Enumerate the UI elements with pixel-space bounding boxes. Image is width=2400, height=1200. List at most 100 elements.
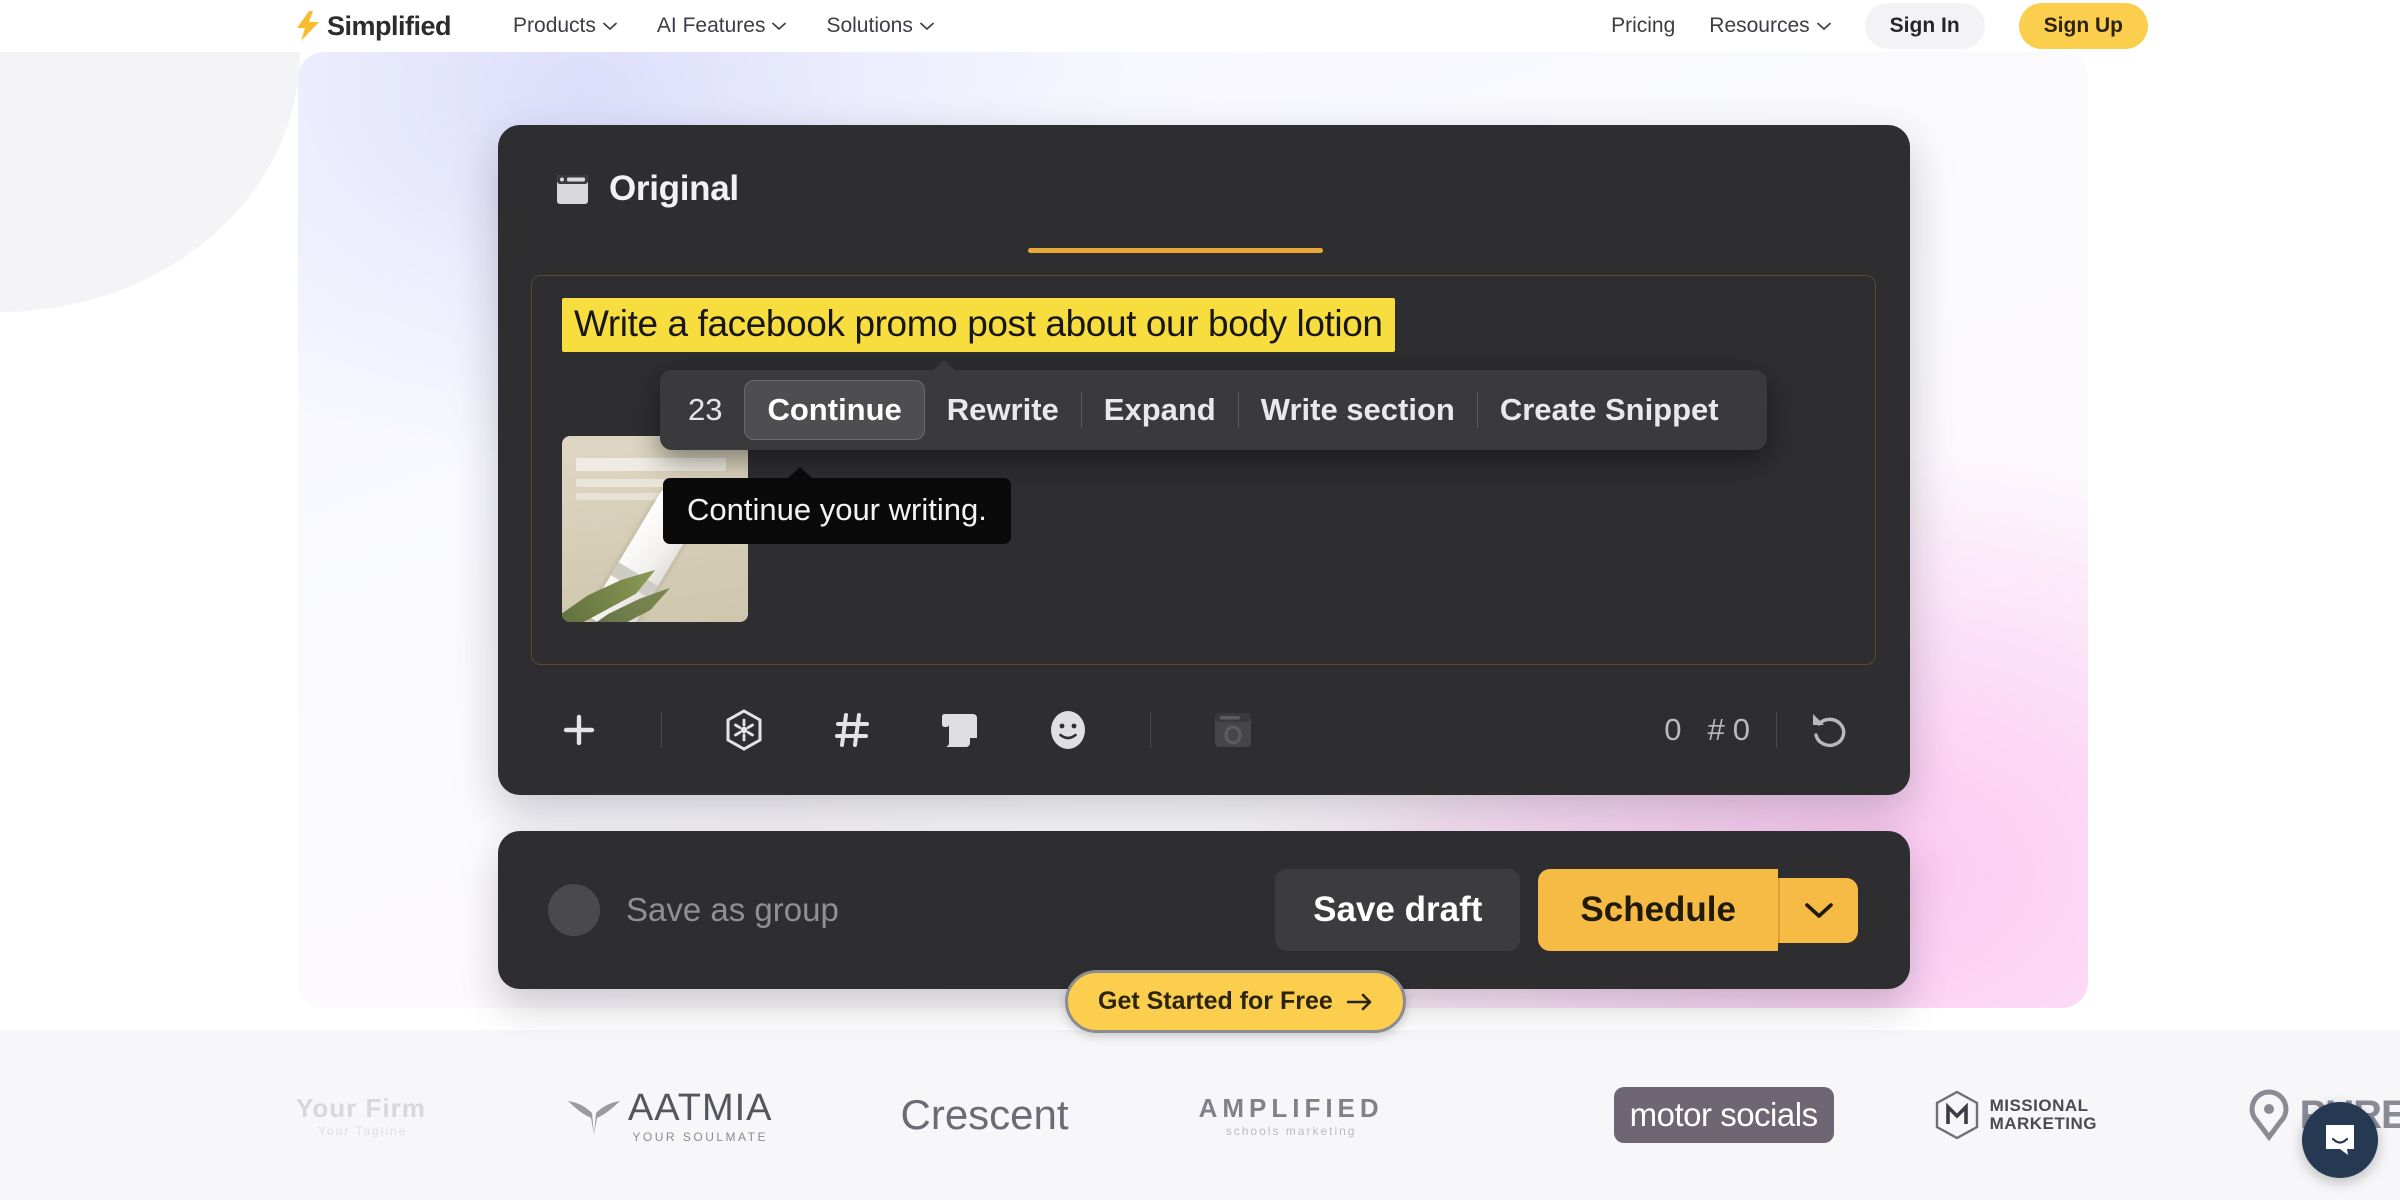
save-as-group-toggle[interactable]: [548, 884, 600, 936]
tooltip-text: Continue your writing.: [687, 492, 987, 527]
tab-original-label: Original: [609, 169, 739, 208]
main-nav: Products AI Features Solutions: [513, 14, 934, 38]
hashtag-icon: [835, 713, 869, 747]
header-actions: Pricing Resources Sign In Sign Up: [1611, 3, 2148, 49]
chevron-down-icon: [772, 22, 787, 30]
logo-your-firm-name: Your Firm: [296, 1092, 426, 1123]
publish-action-bar: Save as group Save draft Schedule: [498, 831, 1910, 989]
get-started-cta-button[interactable]: Get Started for Free: [1065, 970, 1406, 1033]
wings-icon: [567, 1101, 620, 1135]
brand-name: Simplified: [327, 10, 452, 41]
image-headline-placeholder: [576, 458, 726, 471]
hashtag-symbol: #: [1707, 712, 1725, 747]
ai-sparkle-hexagon-icon: [726, 709, 762, 751]
hashtag-button[interactable]: [826, 704, 878, 756]
snippet-button[interactable]: [934, 704, 986, 756]
plus-icon: [563, 714, 595, 746]
tab-active-underline: [1028, 248, 1323, 253]
schedule-button[interactable]: Schedule: [1538, 869, 1778, 951]
logo-missional-marketing-name: MISSIONAL MARKETING: [1989, 1096, 2098, 1133]
nav-item-products-label: Products: [513, 14, 596, 37]
chevron-down-icon: [1816, 22, 1831, 30]
intercom-chat-icon: [2326, 1125, 2354, 1155]
chevron-down-icon: [919, 22, 934, 30]
counter-divider: [1776, 712, 1777, 748]
toolbar-divider-2: [1150, 712, 1151, 748]
logo-crescent-name: Crescent: [900, 1091, 1069, 1138]
intercom-chat-button[interactable]: [2302, 1102, 2378, 1178]
site-header: Simplified Products AI Features Solution…: [0, 0, 2400, 52]
editor-toolbar: 0 # 0: [531, 693, 1877, 767]
ai-action-create-snippet[interactable]: Create Snippet: [1478, 392, 1741, 428]
toolbar-pointer-arrow: [932, 360, 956, 371]
ai-action-rewrite[interactable]: Rewrite: [925, 392, 1081, 428]
undo-rotate-icon: [1813, 714, 1846, 748]
editor-counters: 0 # 0: [1664, 704, 1855, 756]
chevron-down-icon: [603, 22, 617, 30]
cta-label: Get Started for Free: [1098, 987, 1333, 1015]
media-button[interactable]: [1207, 704, 1259, 756]
nav-item-pricing-label: Pricing: [1611, 14, 1676, 37]
nav-item-resources-label: Resources: [1709, 14, 1810, 37]
hashtag-count-group: # 0: [1708, 712, 1751, 748]
logo-crescent: Crescent: [901, 1091, 1069, 1139]
ai-assist-button[interactable]: [718, 704, 770, 756]
character-count: 0: [1664, 712, 1682, 747]
hexagon-m-icon: [1935, 1090, 1978, 1140]
nav-item-ai-features[interactable]: AI Features: [657, 14, 787, 38]
nav-item-ai-features-label: AI Features: [656, 14, 766, 37]
image-media-icon: [1215, 713, 1251, 747]
schedule-dropdown-button[interactable]: [1778, 877, 1858, 943]
nav-item-resources[interactable]: Resources: [1709, 14, 1831, 38]
editor-card: Original Write a facebook promo post abo…: [498, 125, 1910, 795]
emoji-smiley-icon: [1051, 711, 1085, 749]
emoji-button[interactable]: [1042, 704, 1094, 756]
ai-action-expand[interactable]: Expand: [1082, 392, 1238, 428]
nav-item-pricing[interactable]: Pricing: [1611, 14, 1675, 38]
schedule-button-group: Schedule: [1538, 869, 1858, 951]
save-as-group-label: Save as group: [626, 891, 839, 928]
highlighted-text-selection: Write a facebook promo post about our bo…: [562, 298, 1395, 352]
browser-window-icon: [557, 174, 588, 204]
tab-original[interactable]: Original: [556, 125, 739, 253]
document-text: Write a facebook promo post about our bo…: [574, 303, 1383, 344]
brand-logo[interactable]: Simplified: [295, 10, 452, 42]
add-button[interactable]: [553, 704, 605, 756]
ai-actions-toolbar: 23 Continue Rewrite Expand Write section…: [660, 360, 1767, 450]
logo-motor-socials: motor socials: [1613, 1087, 1834, 1143]
logo-your-firm-sub: Your Tagline: [318, 1123, 408, 1138]
image-subline-placeholder-2: [576, 493, 664, 500]
sign-up-button[interactable]: Sign Up: [2018, 3, 2148, 49]
nav-item-products[interactable]: Products: [513, 14, 617, 38]
logo-aatmia: AATMIA YOUR SOULMATE: [566, 1087, 773, 1144]
logo-your-firm: Your Firm Your Tagline: [296, 1093, 426, 1138]
ai-action-write-section[interactable]: Write section: [1239, 392, 1477, 428]
sign-in-button[interactable]: Sign In: [1864, 3, 1985, 49]
logo-amplified-name: AMPLIFIED: [1198, 1092, 1384, 1123]
ai-action-continue[interactable]: Continue: [744, 380, 925, 440]
corner-decoration: [0, 52, 300, 312]
arrow-right-icon: [1346, 993, 1372, 1010]
location-pin-icon: [2249, 1089, 2289, 1141]
continue-tooltip: Continue your writing.: [663, 467, 1011, 544]
logo-motor-socials-name: motor socials: [1629, 1096, 1818, 1133]
hashtag-count: 0: [1732, 712, 1750, 747]
save-draft-button[interactable]: Save draft: [1275, 869, 1521, 951]
logo-amplified-sub: schools marketing: [1225, 1123, 1357, 1138]
snippet-scroll-icon: [942, 714, 977, 747]
logo-aatmia-sub: YOUR SOULMATE: [632, 1129, 768, 1144]
ai-credit-count: 23: [688, 392, 723, 427]
chevron-down-icon: [1805, 902, 1833, 918]
toolbar-divider: [661, 712, 662, 748]
nav-item-solutions[interactable]: Solutions: [826, 14, 934, 38]
lightning-bolt-icon: [297, 11, 319, 41]
logo-aatmia-name: AATMIA: [627, 1086, 773, 1129]
nav-item-solutions-label: Solutions: [826, 14, 913, 37]
document-editor-area[interactable]: Write a facebook promo post about our bo…: [531, 275, 1876, 665]
logo-missional-marketing: MISSIONAL MARKETING: [1934, 1090, 2150, 1140]
reset-button[interactable]: [1803, 704, 1855, 756]
logo-amplified: AMPLIFIED schools marketing: [1199, 1093, 1384, 1138]
tooltip-arrow: [787, 467, 813, 479]
customer-logo-strip: Your Firm Your Tagline AATMIA YOUR SOULM…: [0, 1030, 2400, 1200]
page-root: Simplified Products AI Features Solution…: [0, 0, 2400, 1200]
